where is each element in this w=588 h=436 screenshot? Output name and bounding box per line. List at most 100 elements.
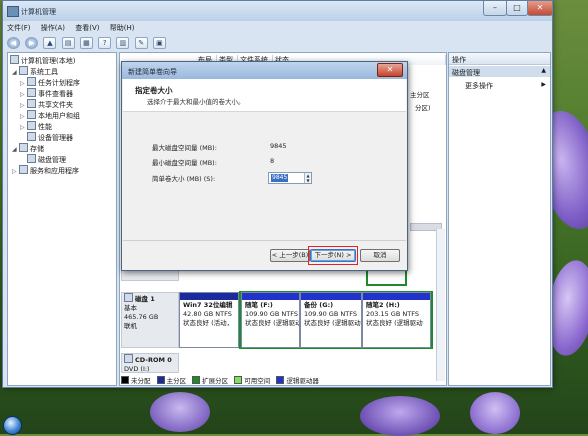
refresh-icon[interactable]: ✎ [134, 37, 148, 49]
partition-g[interactable]: 备份 (G:) 109.90 GB NTFS 状态良好 (逻辑驱动 [300, 292, 362, 348]
menu-bar: 文件(F) 操作(A) 查看(V) 帮助(H) [7, 23, 142, 35]
collapse-arrow-icon[interactable]: ▲ [541, 67, 546, 74]
legend-swatch [192, 376, 201, 384]
tree-item-root[interactable]: 计算机管理(本地) [10, 55, 75, 65]
cdrom-icon [124, 354, 133, 363]
menu-file[interactable]: 文件(F) [7, 23, 31, 33]
min-space-label: 最小磁盘空间量 (MB): [152, 159, 217, 167]
tree-item-system-tools[interactable]: ◢ 系统工具 [12, 66, 58, 76]
expand-icon[interactable]: ▷ [20, 113, 27, 120]
export-icon[interactable]: ▣ [152, 37, 166, 49]
title-bar[interactable]: 计算机管理 – □ ✕ [3, 1, 553, 21]
back-arrow-icon[interactable]: ◀ [7, 37, 20, 49]
expand-icon[interactable]: ▷ [20, 102, 27, 109]
dialog-close-button[interactable]: ✕ [377, 63, 403, 77]
partition-status: 状态良好 (逻辑驱动 [304, 319, 361, 327]
volume-row-fragment: 主分区 [410, 91, 430, 99]
cdrom-label[interactable]: CD-ROM 0 DVD (I:) [121, 353, 179, 373]
partition-f[interactable]: 随笔 (F:) 109.90 GB NTFS 状态良好 (逻辑驱动 [241, 292, 300, 348]
performance-icon [27, 121, 36, 130]
start-button-icon[interactable] [3, 416, 22, 435]
tree-item-event-viewer[interactable]: ▷ 事件查看器 [20, 88, 73, 98]
volume-size-stepper[interactable]: 9845 ▲ ▼ [268, 172, 312, 184]
navigation-tree: 计算机管理(本地) ◢ 系统工具 ▷ 任务计划程序 ▷ 事件查看器 ▷ 共享文件夹 ▷ 本… [7, 52, 117, 386]
folder-icon [27, 99, 36, 108]
min-space-value: 8 [270, 157, 275, 165]
computer-management-window: 计算机管理 – □ ✕ 文件(F) 操作(A) 查看(V) 帮助(H) ◀ ▶ … [2, 0, 553, 388]
up-folder-icon[interactable]: ▲ [43, 37, 57, 49]
cancel-button[interactable]: 取消 [360, 249, 400, 262]
expand-icon[interactable]: ▷ [12, 168, 19, 175]
new-simple-volume-wizard: 新建简单卷向导 ✕ 指定卷大小 选择介于最大和最小值的卷大小。 最大磁盘空间量 … [121, 61, 408, 271]
collapse-icon[interactable]: ◢ [12, 146, 19, 153]
legend-swatch [121, 376, 129, 384]
partition-win7[interactable]: Win7 32位编辑 42.80 GB NTFS 状态良好 (活动， [179, 292, 239, 348]
partition-size: 42.80 GB NTFS [183, 310, 232, 318]
back-button[interactable]: < 上一步(B) [270, 249, 310, 262]
users-icon [27, 110, 36, 119]
tree-item-services[interactable]: ▷ 服务和应用程序 [12, 165, 79, 175]
device-icon [27, 132, 36, 141]
computer-icon [10, 55, 19, 64]
storage-icon [19, 143, 28, 152]
submenu-arrow-icon: ▶ [541, 81, 546, 88]
max-space-label: 最大磁盘空间量 (MB): [152, 144, 217, 152]
tree-item-storage[interactable]: ◢ 存储 [12, 143, 44, 153]
event-icon [27, 88, 36, 97]
menu-action[interactable]: 操作(A) [41, 23, 65, 33]
volume-row-fragment: 分区) [415, 104, 431, 112]
max-space-value: 9845 [270, 142, 287, 150]
tree-item-task-scheduler[interactable]: ▷ 任务计划程序 [20, 77, 80, 87]
tree-item-disk-management[interactable]: 磁盘管理 [27, 154, 66, 164]
window-title: 计算机管理 [21, 8, 56, 16]
vertical-scrollbar[interactable] [436, 229, 445, 381]
dialog-title-bar[interactable]: 新建简单卷向导 ✕ [122, 62, 407, 79]
next-button-highlight [308, 246, 358, 265]
partition-h[interactable]: 随笔2 (H:) 203.15 GB NTFS 状态良好 (逻辑驱动 [362, 292, 431, 348]
clock-icon [27, 77, 36, 86]
dialog-header: 指定卷大小 选择介于最大和最小值的卷大小。 [123, 79, 406, 112]
spin-arrows-icon[interactable]: ▲ ▼ [304, 173, 311, 183]
expand-icon[interactable]: ▷ [20, 80, 27, 87]
partition-size: 109.90 GB NTFS [304, 310, 357, 318]
actions-section-disk-management[interactable]: 磁盘管理 ▲ [449, 66, 550, 77]
legend: 未分配 主分区 扩展分区 可用空间 逻辑驱动器 [121, 375, 319, 385]
toolbar: ◀ ▶ ▲ ▤ ▦ ? ▥ ✎ ▣ [7, 37, 547, 50]
partition-name: Win7 32位编辑 [183, 301, 233, 309]
tree-item-shared-folders[interactable]: ▷ 共享文件夹 [20, 99, 73, 109]
actions-header: 操作 [449, 53, 550, 65]
partition-size: 203.15 GB NTFS [366, 310, 419, 318]
menu-view[interactable]: 查看(V) [75, 23, 99, 33]
minimize-button[interactable]: – [483, 1, 507, 16]
more-actions-item[interactable]: 更多操作 ▶ [465, 81, 548, 91]
services-icon [19, 165, 28, 174]
close-button[interactable]: ✕ [527, 1, 553, 16]
disk-1-status: 联机 [124, 322, 137, 330]
disk-0-extended-partition[interactable] [366, 269, 407, 286]
view-list-icon[interactable]: ▥ [116, 37, 130, 49]
help-icon[interactable]: ? [98, 37, 112, 49]
forward-arrow-icon[interactable]: ▶ [25, 37, 39, 49]
disk-1-label[interactable]: 磁盘 1 基本 465.76 GB 联机 [121, 292, 179, 348]
tree-item-performance[interactable]: ▷ 性能 [20, 121, 52, 131]
collapse-icon[interactable]: ◢ [12, 69, 19, 76]
menu-help[interactable]: 帮助(H) [110, 23, 135, 33]
legend-swatch [234, 376, 243, 384]
partition-status: 状态良好 (逻辑驱动 [245, 319, 300, 327]
show-tree-icon[interactable]: ▤ [61, 37, 75, 49]
legend-swatch [156, 376, 165, 384]
partition-name: 随笔 (F:) [245, 301, 273, 309]
taskbar [0, 413, 588, 435]
volume-size-value[interactable]: 9845 [271, 174, 289, 182]
computer-management-icon [7, 6, 19, 17]
maximize-button[interactable]: □ [506, 1, 528, 16]
disk-1-type: 基本 [124, 304, 137, 312]
properties-icon[interactable]: ▦ [79, 37, 93, 49]
dialog-heading: 指定卷大小 [135, 86, 173, 95]
tree-item-device-manager[interactable]: 设备管理器 [27, 132, 73, 142]
disk-icon [27, 154, 36, 163]
tree-item-local-users[interactable]: ▷ 本地用户和组 [20, 110, 80, 120]
expand-icon[interactable]: ▷ [20, 124, 27, 131]
partition-size: 109.90 GB NTFS [245, 310, 298, 318]
expand-icon[interactable]: ▷ [20, 91, 27, 98]
